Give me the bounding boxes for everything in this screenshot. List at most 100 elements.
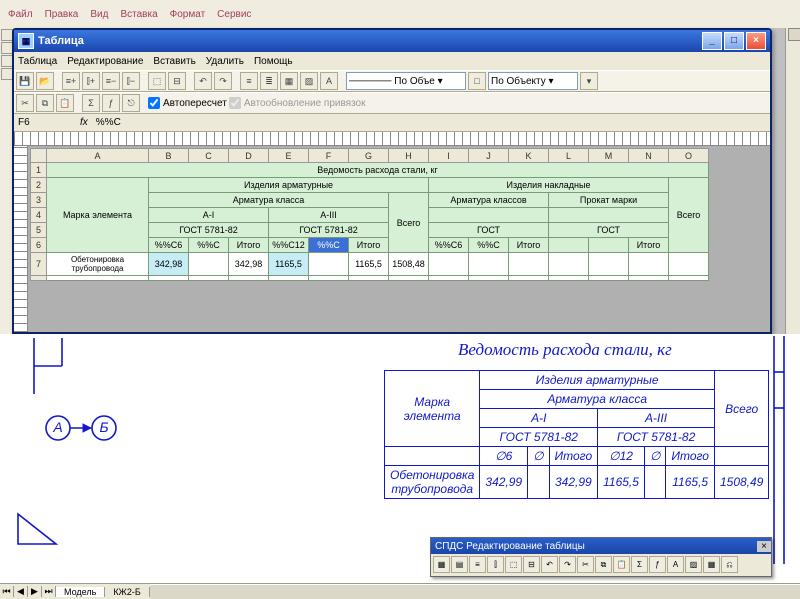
cell[interactable]: Марка элемента — [47, 178, 149, 253]
tool-icon[interactable] — [1, 68, 13, 80]
linetype-combo[interactable]: ────── По Объе ▾ — [346, 72, 466, 90]
spds-btn[interactable]: ↶ — [541, 556, 558, 573]
spds-btn[interactable]: ▤ — [451, 556, 468, 573]
tab-nav-next[interactable]: ▶ — [28, 586, 42, 597]
cell[interactable] — [669, 276, 709, 281]
menu-item[interactable]: Файл — [8, 9, 33, 20]
cell[interactable]: A-III — [269, 208, 389, 223]
row-head[interactable]: 6 — [31, 238, 47, 253]
cell[interactable]: %%C6 — [149, 238, 189, 253]
menu-item[interactable]: Сервис — [217, 9, 251, 20]
cell[interactable]: Арматура классов — [429, 193, 549, 208]
cell[interactable] — [549, 238, 589, 253]
spds-btn[interactable]: 📋 — [613, 556, 630, 573]
spds-btn[interactable]: ƒ — [649, 556, 666, 573]
cell[interactable] — [309, 276, 349, 281]
insert-row-icon[interactable]: ≡+ — [62, 72, 80, 90]
cell[interactable]: Итого — [229, 238, 269, 253]
cell[interactable]: 1165,5 — [349, 253, 389, 276]
cell[interactable] — [509, 253, 549, 276]
col-head[interactable]: I — [429, 149, 469, 163]
menu-item[interactable]: Вид — [90, 9, 108, 20]
cell[interactable]: 1508,48 — [389, 253, 429, 276]
func-icon[interactable]: ƒ — [102, 94, 120, 112]
cell[interactable]: ГОСТ 5781-82 — [269, 223, 389, 238]
row-head[interactable]: 4 — [31, 208, 47, 223]
cell[interactable] — [469, 276, 509, 281]
cell[interactable]: Итого — [509, 238, 549, 253]
tab-model[interactable]: Модель — [56, 587, 105, 597]
tool-icon[interactable] — [1, 55, 13, 67]
cell[interactable]: Арматура класса — [149, 193, 389, 208]
cell[interactable]: 342,98 — [229, 253, 269, 276]
maximize-button[interactable]: □ — [724, 32, 744, 50]
extra-icon[interactable]: ▾ — [580, 72, 598, 90]
paste-icon[interactable]: 📋 — [56, 94, 74, 112]
cell[interactable] — [349, 276, 389, 281]
spds-btn[interactable]: ⫿ — [487, 556, 504, 573]
cell[interactable]: Обетонировка трубопровода — [47, 253, 149, 276]
cell[interactable] — [229, 276, 269, 281]
cell[interactable]: 1165,5 — [269, 253, 309, 276]
cell[interactable] — [509, 276, 549, 281]
menu-delete[interactable]: Удалить — [206, 56, 244, 67]
cell[interactable] — [429, 208, 549, 223]
tab-nav-prev[interactable]: ◀ — [14, 586, 28, 597]
col-head[interactable]: L — [549, 149, 589, 163]
spds-btn[interactable]: ↷ — [559, 556, 576, 573]
menu-item[interactable]: Вставка — [120, 9, 157, 20]
merge-icon[interactable]: ⬚ — [148, 72, 166, 90]
cell[interactable]: %%C — [189, 238, 229, 253]
open-icon[interactable]: 📂 — [36, 72, 54, 90]
minimize-button[interactable]: _ — [702, 32, 722, 50]
tool-icon[interactable] — [1, 42, 13, 54]
cell-reference[interactable]: F6 — [14, 117, 72, 128]
cell[interactable] — [149, 276, 189, 281]
col-head[interactable]: G — [349, 149, 389, 163]
fx-icon[interactable]: fx — [72, 117, 96, 128]
cell[interactable] — [469, 253, 509, 276]
menu-help[interactable]: Помощь — [254, 56, 293, 67]
undo-icon[interactable]: ↶ — [194, 72, 212, 90]
titlebar[interactable]: ▦ Таблица _ □ × — [14, 30, 770, 52]
selected-cell[interactable]: %%C — [309, 238, 349, 253]
spds-btn[interactable]: ✂ — [577, 556, 594, 573]
spds-btn[interactable]: ≡ — [469, 556, 486, 573]
copy-icon[interactable]: ⧉ — [36, 94, 54, 112]
spds-btn[interactable]: Σ — [631, 556, 648, 573]
col-head[interactable]: F — [309, 149, 349, 163]
save-icon[interactable]: 💾 — [16, 72, 34, 90]
cell[interactable]: Изделия арматурные — [149, 178, 429, 193]
align-center-icon[interactable]: ≣ — [260, 72, 278, 90]
spds-titlebar[interactable]: СПДС Редактирование таблицы × — [431, 538, 771, 554]
delete-row-icon[interactable]: ≡− — [102, 72, 120, 90]
cell[interactable] — [429, 276, 469, 281]
cell[interactable] — [189, 253, 229, 276]
spds-btn[interactable]: ⧉ — [595, 556, 612, 573]
cell[interactable]: ГОСТ — [549, 223, 669, 238]
cell[interactable] — [589, 238, 629, 253]
tab-nav-last[interactable]: ⏭ — [42, 586, 56, 597]
menu-table[interactable]: Таблица — [18, 56, 57, 67]
cell[interactable] — [549, 276, 589, 281]
cut-icon[interactable]: ✂ — [16, 94, 34, 112]
col-head[interactable]: D — [229, 149, 269, 163]
split-icon[interactable]: ⊟ — [168, 72, 186, 90]
text-icon[interactable]: A — [320, 72, 338, 90]
spreadsheet[interactable]: A B C D E F G H I J K L M N O 1 — [28, 146, 770, 332]
cell[interactable] — [389, 276, 429, 281]
cell[interactable]: Всего — [669, 178, 709, 253]
col-head[interactable]: H — [389, 149, 429, 163]
close-icon[interactable]: × — [757, 541, 771, 552]
cell[interactable]: %%C12 — [269, 238, 309, 253]
spds-btn[interactable]: ⬚ — [505, 556, 522, 573]
formula-value[interactable]: %%C — [96, 117, 770, 128]
menu-insert[interactable]: Вставить — [153, 56, 195, 67]
cell[interactable] — [589, 276, 629, 281]
close-button[interactable]: × — [746, 32, 766, 50]
cell[interactable]: ГОСТ — [429, 223, 549, 238]
row-head[interactable] — [31, 276, 47, 281]
spds-btn[interactable]: ▦ — [703, 556, 720, 573]
cell[interactable] — [429, 253, 469, 276]
cell[interactable] — [629, 276, 669, 281]
